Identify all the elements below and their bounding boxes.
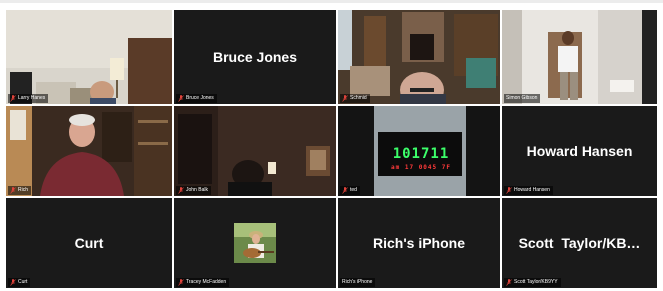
- participant-name-label: John Balk: [176, 186, 211, 195]
- muted-microphone-icon: [506, 279, 512, 286]
- muted-microphone-icon: [342, 95, 348, 102]
- participant-tile-tracey-mcfadden[interactable]: Tracey McFadden: [174, 198, 336, 288]
- participant-tile-schmid[interactable]: Schmid: [338, 10, 500, 104]
- avatar: [234, 223, 276, 263]
- participant-name: Curt: [18, 279, 28, 285]
- participant-name-label: Bruce Jones: [176, 94, 217, 103]
- participant-name: Howard Hansen: [514, 187, 550, 193]
- muted-microphone-icon: [10, 187, 16, 194]
- clock-digits-display: 101711: [392, 146, 450, 162]
- muted-microphone-icon: [506, 187, 512, 194]
- participant-name-label: Rich: [8, 186, 32, 195]
- muted-microphone-icon: [342, 187, 348, 194]
- participant-video: [338, 10, 500, 104]
- participant-video: [6, 10, 172, 104]
- participant-display-name: Scott Taylor/KB…: [518, 235, 641, 251]
- participant-display-name: Curt: [74, 235, 104, 251]
- participant-tile-howard-hansen[interactable]: Howard Hansen Howard Hansen: [502, 106, 657, 196]
- participant-tile-bruce-jones[interactable]: Bruce Jones Bruce Jones: [174, 10, 336, 104]
- participant-name: Bruce Jones: [186, 95, 214, 101]
- participant-name-label: Howard Hansen: [504, 186, 553, 195]
- participant-display-name: Howard Hansen: [526, 143, 633, 159]
- participant-name: Schmid: [350, 95, 367, 101]
- participant-tile-simon-gibson[interactable]: Simon Gibson: [502, 10, 657, 104]
- clock-status-text: am 17 0045 7F: [391, 164, 451, 171]
- participant-tile-curt[interactable]: Curt Curt: [6, 198, 172, 288]
- muted-microphone-icon: [178, 279, 184, 286]
- participant-tile-richs-iphone[interactable]: Rich's iPhone Rich's iPhone: [338, 198, 500, 288]
- participant-tile-john-balk[interactable]: John Balk: [174, 106, 336, 196]
- muted-microphone-icon: [178, 187, 184, 194]
- participant-name-label: ted: [340, 186, 360, 195]
- participant-name-label: Tracey McFadden: [176, 278, 230, 287]
- participant-display-name: Bruce Jones: [212, 49, 298, 65]
- participant-name: Rich's iPhone: [342, 279, 373, 285]
- window-top-edge: [0, 0, 663, 3]
- gallery-view: Larry Hanes Bruce Jones Bruce Jones Schm…: [0, 0, 663, 291]
- participant-video: [174, 106, 336, 196]
- participant-name: Tracey McFadden: [186, 279, 227, 285]
- muted-microphone-icon: [178, 95, 184, 102]
- participant-name: Simon Gibson: [506, 95, 538, 101]
- participant-display-name: Rich's iPhone: [372, 235, 465, 251]
- muted-microphone-icon: [10, 95, 16, 102]
- participant-tile-larry-hanes[interactable]: Larry Hanes: [6, 10, 172, 104]
- muted-microphone-icon: [10, 279, 16, 286]
- participant-name: Rich: [18, 187, 29, 193]
- participant-tile-scott-taylor[interactable]: Scott Taylor/KB… Scott Taylor/KB9YY: [502, 198, 657, 288]
- participant-name: John Balk: [186, 187, 208, 193]
- participant-video: [502, 10, 657, 104]
- participant-tile-ted[interactable]: 101711 am 17 0045 7F ted: [338, 106, 500, 196]
- participant-tile-rich[interactable]: Rich: [6, 106, 172, 196]
- participant-name: ted: [350, 187, 357, 193]
- participant-name: Scott Taylor/KB9YY: [514, 279, 558, 285]
- participant-name-label: Larry Hanes: [8, 94, 49, 103]
- participant-name-label: Rich's iPhone: [340, 278, 376, 287]
- participant-name: Larry Hanes: [18, 95, 46, 101]
- participant-name-label: Schmid: [340, 94, 370, 103]
- participant-name-label: Simon Gibson: [504, 94, 541, 103]
- participant-name-label: Curt: [8, 278, 31, 287]
- participant-video: [6, 106, 172, 196]
- participant-name-label: Scott Taylor/KB9YY: [504, 278, 561, 287]
